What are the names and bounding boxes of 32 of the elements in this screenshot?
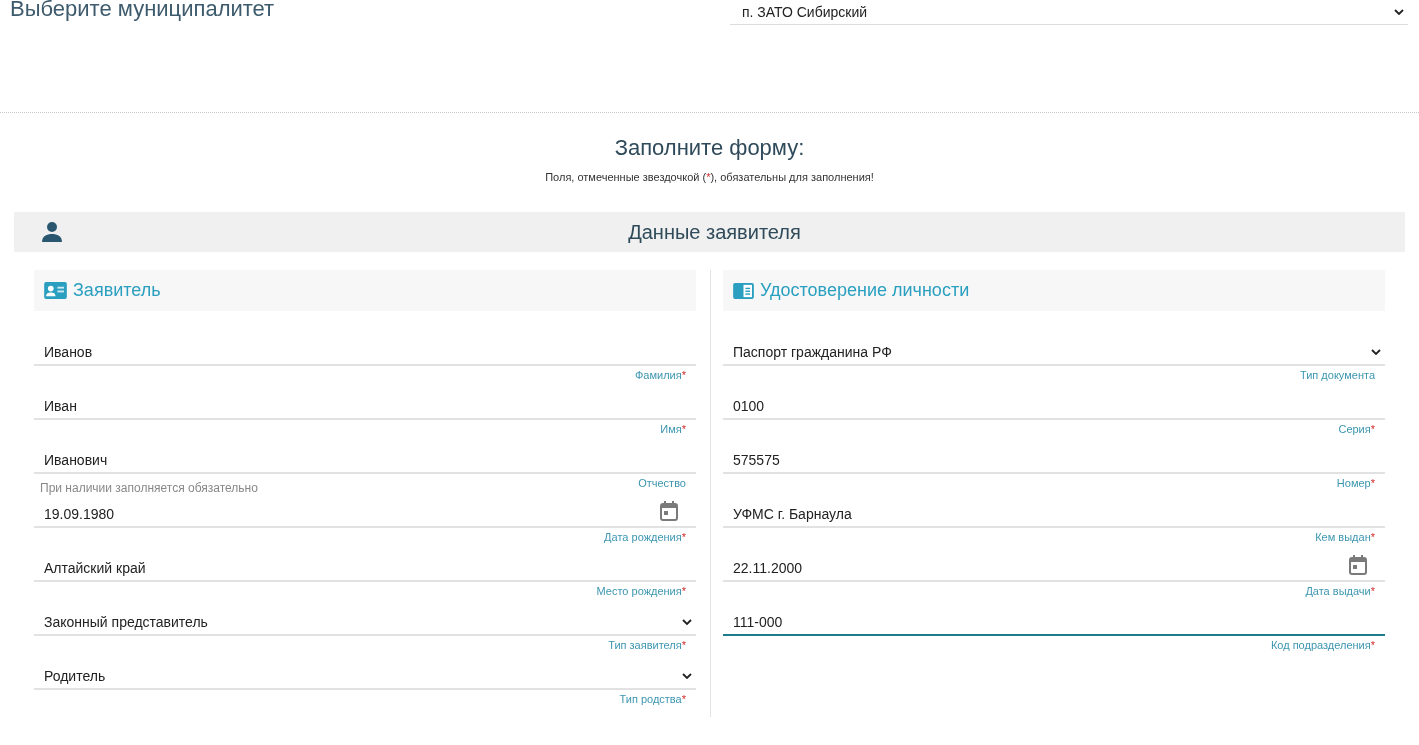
municipality-select[interactable]: п. ЗАТО Сибирский — [730, 0, 1408, 25]
required-note: Поля, отмеченные звездочкой (*), обязательны для заполнения! — [545, 171, 874, 183]
calendar-icon — [1349, 554, 1367, 575]
form-title: Заполните форму: — [614, 135, 805, 161]
chevron-icon — [1371, 348, 1381, 355]
field-label: Код подразделения* — [1270, 639, 1375, 651]
id-card-icon — [44, 282, 67, 299]
field-label: Имя* — [660, 423, 686, 435]
field-label: Кем выдан* — [1315, 531, 1375, 543]
field-hint: При наличии заполняется обязательно — [40, 481, 258, 495]
page-title: Выберите муниципалитет — [10, 0, 275, 20]
column-title: Заявитель — [73, 280, 161, 301]
book-icon — [733, 282, 754, 299]
field-label: Тип родства* — [619, 693, 686, 705]
date-field[interactable]: 19.09.1980 — [34, 501, 696, 528]
person-icon — [41, 221, 63, 243]
section-title: Данные заявителя — [628, 220, 801, 244]
field-label: Номер* — [1336, 477, 1375, 489]
chevron-icon — [1394, 9, 1404, 15]
column-title: Удостоверение личности — [760, 280, 970, 301]
date-field[interactable]: 22.11.2000 — [723, 555, 1385, 582]
field-label: Дата рождения* — [604, 531, 686, 543]
field-label: Тип заявителя* — [608, 639, 686, 651]
chevron-icon — [682, 618, 692, 625]
field-label: Тип документа — [1299, 369, 1375, 381]
chevron-icon — [682, 672, 692, 679]
field-label: Отчество — [638, 477, 686, 489]
field-label: Дата выдачи* — [1305, 585, 1375, 597]
field-label: Место рождения* — [596, 585, 686, 597]
field-label: Фамилия* — [635, 369, 686, 381]
calendar-icon — [660, 500, 678, 521]
field-label: Серия* — [1338, 423, 1375, 435]
